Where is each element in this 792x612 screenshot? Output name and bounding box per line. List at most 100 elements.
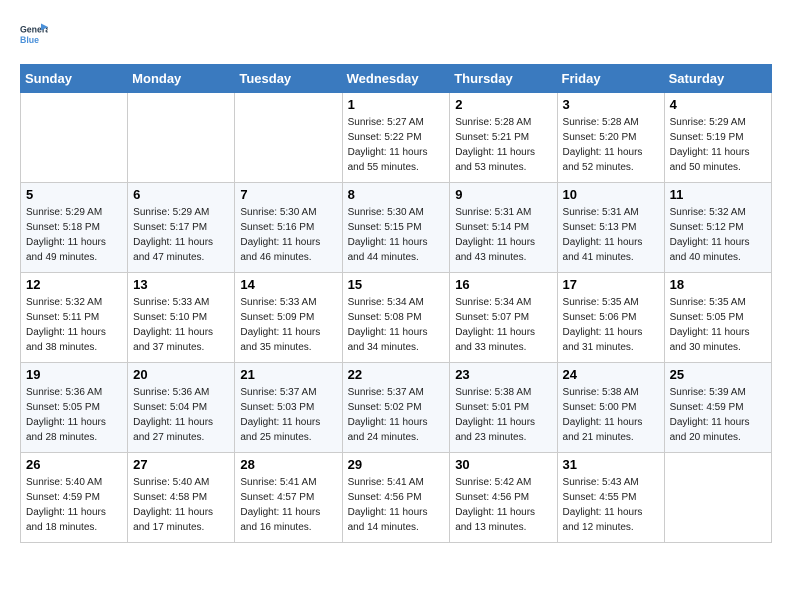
calendar-cell: 8Sunrise: 5:30 AM Sunset: 5:15 PM Daylig… — [342, 183, 450, 273]
cell-info: Sunrise: 5:37 AM Sunset: 5:02 PM Dayligh… — [348, 385, 445, 445]
calendar-week-row: 19 Sunrise: 5:36 AM Sunset: 5:05 PM Dayli… — [21, 363, 772, 453]
calendar-cell: 10Sunrise: 5:31 AM Sunset: 5:13 PM Dayli… — [557, 183, 664, 273]
cell-info: Sunrise: 5:42 AM Sunset: 4:56 PM Dayligh… — [455, 475, 551, 535]
day-number: 25 — [670, 367, 766, 382]
calendar-cell: 2 Sunrise: 5:28 AM Sunset: 5:21 PM Daylig… — [450, 93, 557, 183]
cell-info: Sunrise: 5:29 AM Sunset: 5:17 PM Dayligh… — [133, 205, 229, 265]
calendar-cell: 14 Sunrise: 5:33 AM Sunset: 5:09 PM Dayli… — [235, 273, 342, 363]
calendar-cell: 30Sunrise: 5:42 AM Sunset: 4:56 PM Dayli… — [450, 453, 557, 543]
day-number: 27 — [133, 457, 229, 472]
cell-info: Sunrise: 5:33 AM Sunset: 5:09 PM Dayligh… — [240, 295, 336, 355]
calendar-cell — [664, 453, 771, 543]
calendar-cell: 11Sunrise: 5:32 AM Sunset: 5:12 PM Dayli… — [664, 183, 771, 273]
day-number: 29 — [348, 457, 445, 472]
page-header: General Blue — [20, 20, 772, 48]
weekday-header: Monday — [128, 65, 235, 93]
calendar-cell: 5Sunrise: 5:29 AM Sunset: 5:18 PM Daylig… — [21, 183, 128, 273]
weekday-header: Thursday — [450, 65, 557, 93]
calendar-cell: 1 Sunrise: 5:27 AM Sunset: 5:22 PM Daylig… — [342, 93, 450, 183]
svg-text:Blue: Blue — [20, 35, 39, 45]
calendar-table: SundayMondayTuesdayWednesdayThursdayFrid… — [20, 64, 772, 543]
cell-info: Sunrise: 5:30 AM Sunset: 5:16 PM Dayligh… — [240, 205, 336, 265]
calendar-cell: 23Sunrise: 5:38 AM Sunset: 5:01 PM Dayli… — [450, 363, 557, 453]
calendar-cell: 12 Sunrise: 5:32 AM Sunset: 5:11 PM Dayli… — [21, 273, 128, 363]
day-number: 10 — [563, 187, 659, 202]
day-number: 8 — [348, 187, 445, 202]
cell-info: Sunrise: 5:36 AM Sunset: 5:05 PM Dayligh… — [26, 385, 122, 445]
day-number: 19 — [26, 367, 122, 382]
calendar-cell: 28Sunrise: 5:41 AM Sunset: 4:57 PM Dayli… — [235, 453, 342, 543]
cell-info: Sunrise: 5:32 AM Sunset: 5:11 PM Dayligh… — [26, 295, 122, 355]
cell-info: Sunrise: 5:35 AM Sunset: 5:06 PM Dayligh… — [563, 295, 659, 355]
cell-info: Sunrise: 5:29 AM Sunset: 5:19 PM Dayligh… — [670, 115, 766, 175]
day-number: 28 — [240, 457, 336, 472]
calendar-cell: 3Sunrise: 5:28 AM Sunset: 5:20 PM Daylig… — [557, 93, 664, 183]
cell-info: Sunrise: 5:34 AM Sunset: 5:08 PM Dayligh… — [348, 295, 445, 355]
calendar-cell — [21, 93, 128, 183]
cell-info: Sunrise: 5:33 AM Sunset: 5:10 PM Dayligh… — [133, 295, 229, 355]
calendar-cell: 19 Sunrise: 5:36 AM Sunset: 5:05 PM Dayli… — [21, 363, 128, 453]
day-number: 24 — [563, 367, 659, 382]
calendar-cell: 18Sunrise: 5:35 AM Sunset: 5:05 PM Dayli… — [664, 273, 771, 363]
cell-info: Sunrise: 5:39 AM Sunset: 4:59 PM Dayligh… — [670, 385, 766, 445]
cell-info: Sunrise: 5:41 AM Sunset: 4:56 PM Dayligh… — [348, 475, 445, 535]
cell-info: Sunrise: 5:27 AM Sunset: 5:22 PM Dayligh… — [348, 115, 445, 175]
day-number: 9 — [455, 187, 551, 202]
calendar-cell: 4 Sunrise: 5:29 AM Sunset: 5:19 PM Daylig… — [664, 93, 771, 183]
header-row: SundayMondayTuesdayWednesdayThursdayFrid… — [21, 65, 772, 93]
day-number: 20 — [133, 367, 229, 382]
day-number: 14 — [240, 277, 336, 292]
calendar-cell: 22 Sunrise: 5:37 AM Sunset: 5:02 PM Dayli… — [342, 363, 450, 453]
day-number: 2 — [455, 97, 551, 112]
calendar-cell: 9 Sunrise: 5:31 AM Sunset: 5:14 PM Daylig… — [450, 183, 557, 273]
cell-info: Sunrise: 5:36 AM Sunset: 5:04 PM Dayligh… — [133, 385, 229, 445]
calendar-cell: 26Sunrise: 5:40 AM Sunset: 4:59 PM Dayli… — [21, 453, 128, 543]
calendar-week-row: 1 Sunrise: 5:27 AM Sunset: 5:22 PM Daylig… — [21, 93, 772, 183]
calendar-cell: 29 Sunrise: 5:41 AM Sunset: 4:56 PM Dayli… — [342, 453, 450, 543]
calendar-cell: 25 Sunrise: 5:39 AM Sunset: 4:59 PM Dayli… — [664, 363, 771, 453]
day-number: 16 — [455, 277, 551, 292]
weekday-header: Sunday — [21, 65, 128, 93]
calendar-cell: 21 Sunrise: 5:37 AM Sunset: 5:03 PM Dayli… — [235, 363, 342, 453]
calendar-cell: 20 Sunrise: 5:36 AM Sunset: 5:04 PM Dayli… — [128, 363, 235, 453]
day-number: 31 — [563, 457, 659, 472]
day-number: 4 — [670, 97, 766, 112]
calendar-cell — [235, 93, 342, 183]
day-number: 21 — [240, 367, 336, 382]
day-number: 11 — [670, 187, 766, 202]
cell-info: Sunrise: 5:31 AM Sunset: 5:14 PM Dayligh… — [455, 205, 551, 265]
logo-icon: General Blue — [20, 20, 48, 48]
calendar-week-row: 26Sunrise: 5:40 AM Sunset: 4:59 PM Dayli… — [21, 453, 772, 543]
calendar-cell: 13 Sunrise: 5:33 AM Sunset: 5:10 PM Dayli… — [128, 273, 235, 363]
cell-info: Sunrise: 5:29 AM Sunset: 5:18 PM Dayligh… — [26, 205, 122, 265]
day-number: 23 — [455, 367, 551, 382]
calendar-week-row: 12 Sunrise: 5:32 AM Sunset: 5:11 PM Dayli… — [21, 273, 772, 363]
day-number: 12 — [26, 277, 122, 292]
logo: General Blue — [20, 20, 52, 48]
day-number: 17 — [563, 277, 659, 292]
weekday-header: Tuesday — [235, 65, 342, 93]
calendar-cell — [128, 93, 235, 183]
calendar-cell: 24Sunrise: 5:38 AM Sunset: 5:00 PM Dayli… — [557, 363, 664, 453]
cell-info: Sunrise: 5:28 AM Sunset: 5:21 PM Dayligh… — [455, 115, 551, 175]
day-number: 22 — [348, 367, 445, 382]
cell-info: Sunrise: 5:35 AM Sunset: 5:05 PM Dayligh… — [670, 295, 766, 355]
calendar-cell: 6 Sunrise: 5:29 AM Sunset: 5:17 PM Daylig… — [128, 183, 235, 273]
calendar-cell: 31 Sunrise: 5:43 AM Sunset: 4:55 PM Dayli… — [557, 453, 664, 543]
weekday-header: Friday — [557, 65, 664, 93]
cell-info: Sunrise: 5:43 AM Sunset: 4:55 PM Dayligh… — [563, 475, 659, 535]
calendar-week-row: 5Sunrise: 5:29 AM Sunset: 5:18 PM Daylig… — [21, 183, 772, 273]
day-number: 6 — [133, 187, 229, 202]
day-number: 15 — [348, 277, 445, 292]
cell-info: Sunrise: 5:40 AM Sunset: 4:59 PM Dayligh… — [26, 475, 122, 535]
calendar-cell: 27Sunrise: 5:40 AM Sunset: 4:58 PM Dayli… — [128, 453, 235, 543]
day-number: 1 — [348, 97, 445, 112]
calendar-cell: 7 Sunrise: 5:30 AM Sunset: 5:16 PM Daylig… — [235, 183, 342, 273]
calendar-cell: 15 Sunrise: 5:34 AM Sunset: 5:08 PM Dayli… — [342, 273, 450, 363]
day-number: 13 — [133, 277, 229, 292]
day-number: 7 — [240, 187, 336, 202]
weekday-header: Wednesday — [342, 65, 450, 93]
weekday-header: Saturday — [664, 65, 771, 93]
cell-info: Sunrise: 5:28 AM Sunset: 5:20 PM Dayligh… — [563, 115, 659, 175]
cell-info: Sunrise: 5:37 AM Sunset: 5:03 PM Dayligh… — [240, 385, 336, 445]
